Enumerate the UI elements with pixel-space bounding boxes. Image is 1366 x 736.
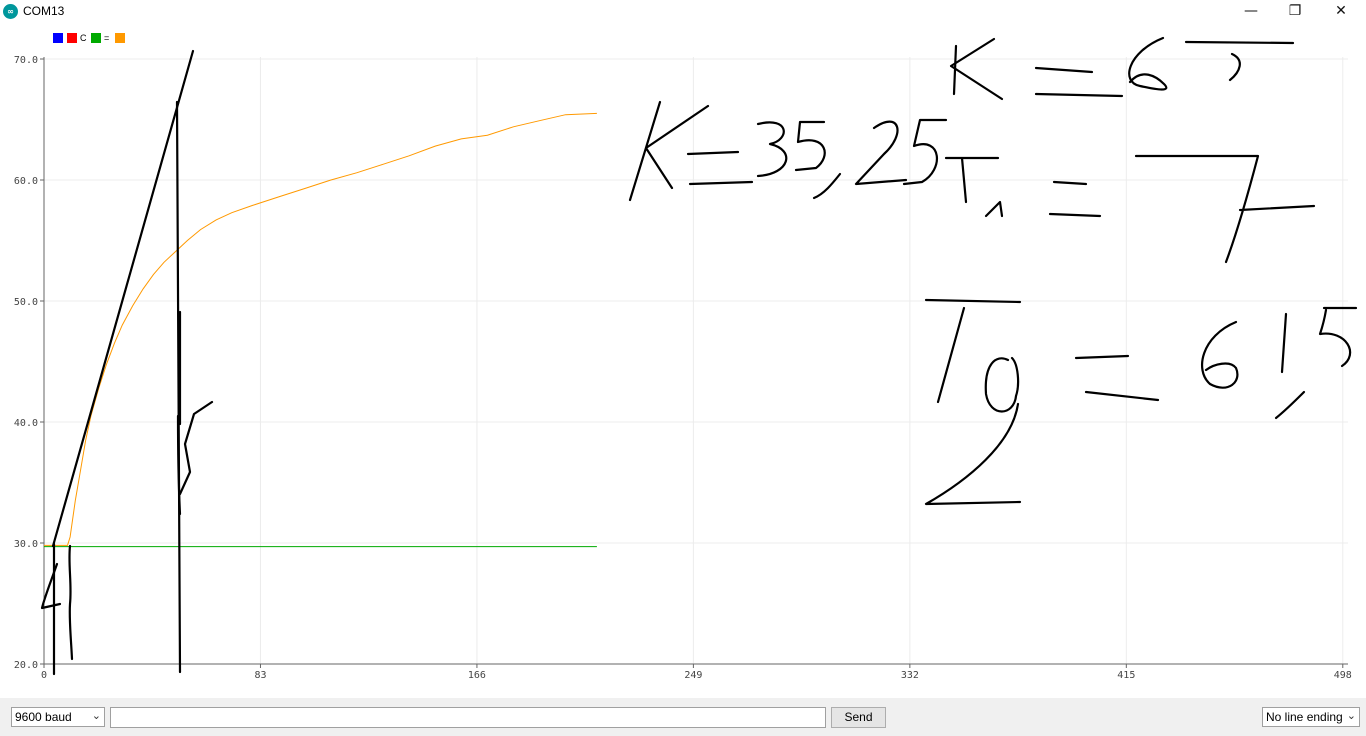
serial-input[interactable] xyxy=(110,707,826,728)
grid-lines xyxy=(44,57,1348,665)
ink-mark xyxy=(176,400,214,516)
ink-subscript xyxy=(944,156,1004,218)
title-bar: ∞ COM13 — ❐ ✕ xyxy=(0,0,1366,24)
ink-letter xyxy=(952,44,958,96)
arduino-icon: ∞ xyxy=(3,4,18,19)
ink-comma xyxy=(1274,390,1306,420)
ink-mark xyxy=(40,562,62,610)
chevron-down-icon: ⌄ xyxy=(91,709,101,722)
tangent-stroke xyxy=(51,49,195,548)
ink-equals xyxy=(1048,180,1102,218)
ink-letter xyxy=(924,356,1022,506)
legend-swatch xyxy=(67,33,77,43)
legend-label: = xyxy=(104,33,109,43)
y-tick-label: 30.0 xyxy=(14,539,38,550)
ink-mark xyxy=(68,544,74,661)
ink-digit xyxy=(1201,320,1239,389)
maximize-button[interactable]: ❐ xyxy=(1272,0,1318,24)
x-tick-label: 249 xyxy=(684,670,702,681)
line-ending-value: No line ending xyxy=(1266,710,1343,724)
ink-digit xyxy=(794,120,826,172)
x-tick-label: 415 xyxy=(1117,670,1135,681)
axes: 70.0 60.0 50.0 40.0 30.0 20.00 83 166 249 332 415 4… xyxy=(14,55,1352,681)
baud-rate-value: 9600 baud xyxy=(15,710,72,724)
ink-digit xyxy=(1184,40,1295,82)
y-tick-label: 40.0 xyxy=(14,418,38,429)
ink-comma xyxy=(812,172,842,200)
y-tick-label: 20.0 xyxy=(14,660,38,671)
ink-letter xyxy=(628,100,710,202)
serial-controls-bar: 9600 baud ⌄ Send No line ending ⌄ xyxy=(0,698,1366,736)
ink-equals xyxy=(1074,354,1160,402)
handwritten-ink xyxy=(40,36,1358,676)
minimize-button[interactable]: — xyxy=(1228,0,1274,24)
series-layer xyxy=(44,112,597,548)
series-line xyxy=(44,112,597,546)
ink-equals xyxy=(686,150,754,186)
ink-letter xyxy=(924,298,1022,404)
x-tick-label: 498 xyxy=(1334,670,1352,681)
serial-plotter-chart: C = 70.060.050.040.030.020.00 83 166 249 332 4… xyxy=(14,33,1358,681)
close-button[interactable]: ✕ xyxy=(1318,0,1364,24)
send-button[interactable]: Send xyxy=(831,707,886,728)
y-tick-label: 70.0 xyxy=(14,55,38,66)
ink-digit xyxy=(756,121,788,178)
legend-swatch xyxy=(53,33,63,43)
legend-label: C xyxy=(80,33,87,43)
ink-equals xyxy=(1034,66,1124,98)
ink-letter xyxy=(949,37,1004,101)
y-tick-label: 60.0 xyxy=(14,176,38,187)
chevron-down-icon: ⌄ xyxy=(1346,709,1356,722)
ink-digit xyxy=(854,120,908,186)
baud-rate-select[interactable]: 9600 baud ⌄ xyxy=(11,707,105,727)
x-tick-label: 332 xyxy=(901,670,919,681)
window-title: COM13 xyxy=(23,4,65,18)
y-tick-label: 50.0 xyxy=(14,297,38,308)
ink-digit xyxy=(1128,36,1168,91)
ink-digit xyxy=(1134,154,1316,264)
legend-swatch xyxy=(91,33,101,43)
legend: C = xyxy=(53,33,125,43)
ink-digit xyxy=(1280,306,1358,374)
x-tick-label: 166 xyxy=(468,670,486,681)
x-tick-label: 83 xyxy=(254,670,266,681)
legend-swatch xyxy=(115,33,125,43)
line-ending-select[interactable]: No line ending ⌄ xyxy=(1262,707,1360,727)
x-tick-label: 0 xyxy=(41,670,47,681)
